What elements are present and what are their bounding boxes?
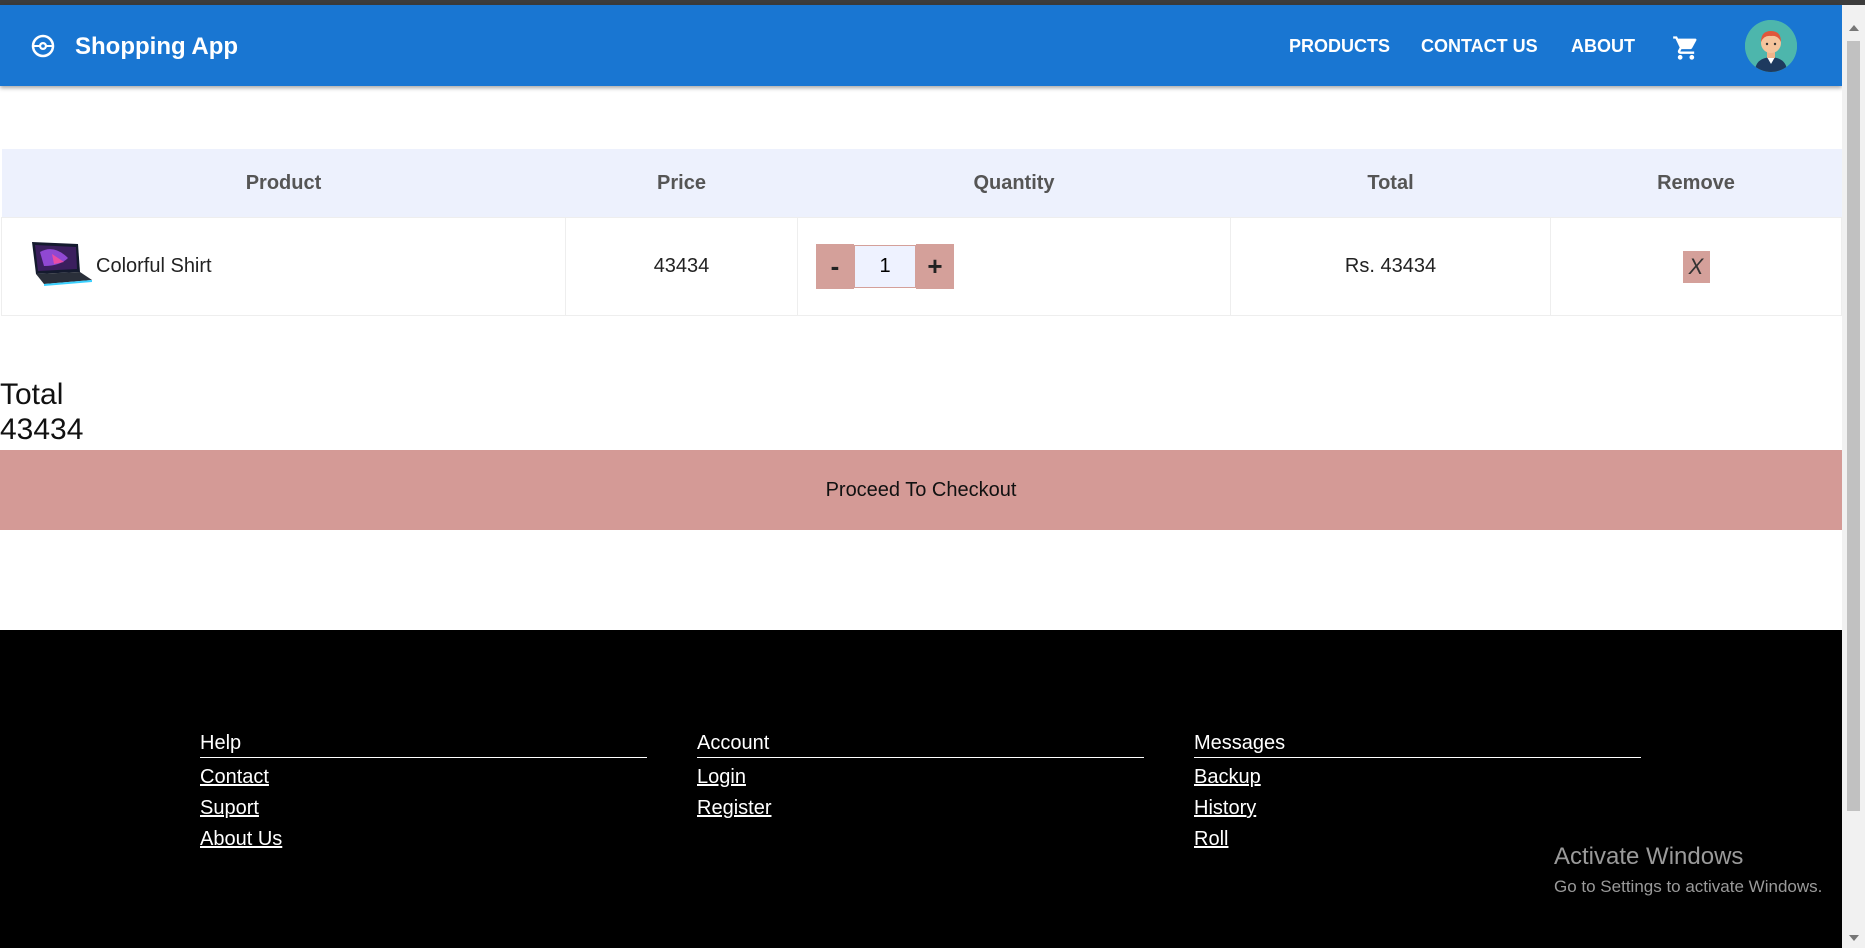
quantity-cell: - + (797, 217, 1231, 316)
column-header-product: Product (1, 149, 566, 218)
activate-windows-subtitle: Go to Settings to activate Windows. (1554, 877, 1823, 896)
cart-icon[interactable] (1672, 34, 1700, 62)
scroll-down-arrow-icon[interactable] (1849, 935, 1859, 941)
footer-column-help: Help Contact Suport About Us (200, 732, 647, 851)
pokeball-icon[interactable] (31, 34, 55, 58)
proceed-to-checkout-button[interactable]: Proceed To Checkout (0, 450, 1842, 530)
user-avatar[interactable] (1745, 20, 1797, 72)
nav-about[interactable]: ABOUT (1571, 36, 1635, 57)
column-header-remove: Remove (1550, 149, 1842, 218)
product-image (32, 242, 92, 286)
cart-table: Product Price Quantity Total Remove Colo… (1, 149, 1842, 316)
column-header-total: Total (1230, 149, 1551, 218)
price-cell: 43434 (565, 217, 798, 316)
footer-column-account: Account Login Register (697, 732, 1144, 820)
total-cell: Rs. 43434 (1230, 217, 1551, 316)
app-bar: Shopping App PRODUCTS CONTACT US ABOUT (0, 5, 1842, 86)
total-value: 43434 (0, 413, 84, 446)
remove-button[interactable]: X (1682, 250, 1710, 283)
product-name[interactable]: Colorful Shirt (96, 255, 212, 278)
footer: Help Contact Suport About Us Account Log… (0, 630, 1842, 948)
nav-contact-us[interactable]: CONTACT US (1421, 36, 1538, 57)
nav-products[interactable]: PRODUCTS (1289, 36, 1390, 57)
footer-heading-messages: Messages (1194, 732, 1641, 758)
footer-column-messages: Messages Backup History Roll (1194, 732, 1641, 851)
increment-button[interactable]: + (916, 244, 954, 289)
footer-heading-account: Account (697, 732, 1144, 758)
total-label: Total (0, 378, 64, 411)
column-header-quantity: Quantity (797, 149, 1231, 218)
footer-link-register[interactable]: Register (697, 797, 1144, 820)
footer-link-backup[interactable]: Backup (1194, 766, 1641, 789)
footer-link-contact[interactable]: Contact (200, 766, 647, 789)
activate-windows-title: Activate Windows (1554, 843, 1744, 870)
scrollbar-thumb[interactable] (1847, 41, 1860, 811)
column-header-price: Price (565, 149, 798, 218)
page-scrollbar[interactable] (1842, 5, 1865, 948)
scroll-up-arrow-icon[interactable] (1849, 25, 1859, 31)
footer-link-suport[interactable]: Suport (200, 797, 647, 820)
remove-cell: X (1550, 217, 1842, 316)
quantity-stepper: - + (816, 244, 1230, 289)
footer-link-login[interactable]: Login (697, 766, 1144, 789)
avatar-illustration (1745, 20, 1797, 72)
quantity-input[interactable] (854, 245, 916, 288)
table-row: Colorful Shirt 43434 - + Rs. 43434 X (1, 217, 1842, 316)
product-cell: Colorful Shirt (1, 217, 566, 316)
decrement-button[interactable]: - (816, 244, 854, 289)
cart-table-header: Product Price Quantity Total Remove (1, 149, 1842, 218)
footer-link-about-us[interactable]: About Us (200, 828, 647, 851)
footer-heading-help: Help (200, 732, 647, 758)
app-title[interactable]: Shopping App (75, 33, 238, 61)
footer-link-history[interactable]: History (1194, 797, 1641, 820)
